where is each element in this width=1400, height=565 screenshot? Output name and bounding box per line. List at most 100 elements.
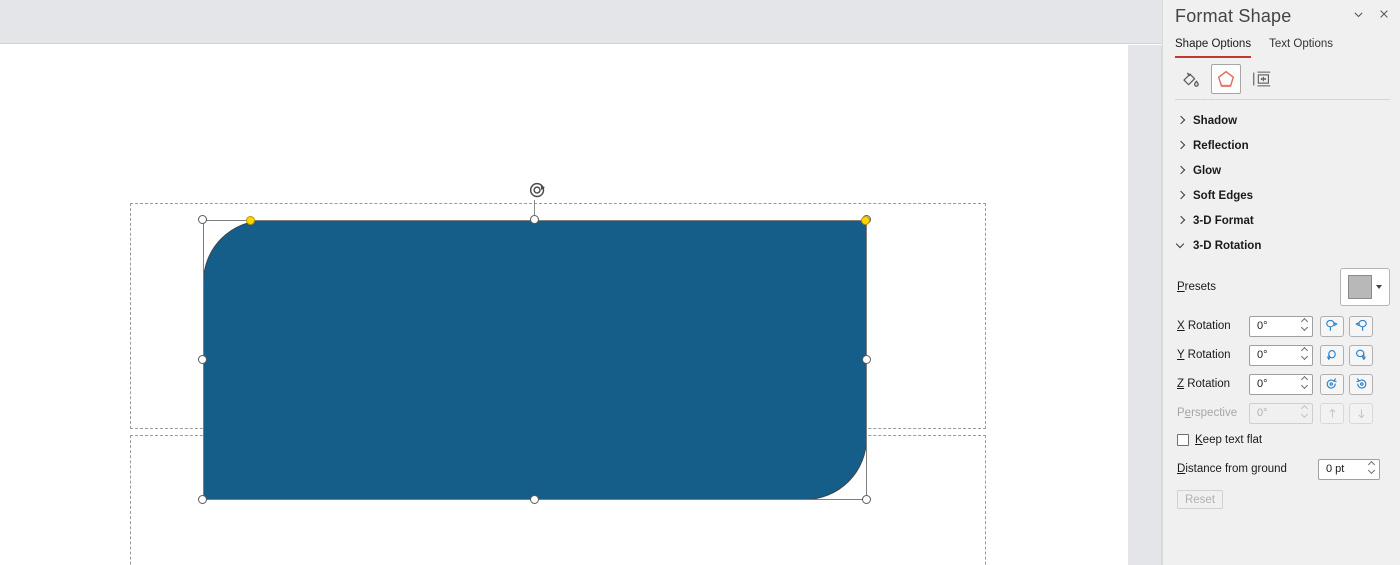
stepper-up-icon[interactable] — [1301, 319, 1308, 323]
powerpoint-window: Format Shape Shape Options Text Options — [0, 0, 1400, 565]
section-label: 3-D Rotation — [1193, 239, 1262, 252]
effects-pentagon-icon[interactable] — [1211, 64, 1241, 94]
ribbon-band — [0, 0, 1162, 44]
y-rotation-stepper[interactable] — [1301, 348, 1308, 359]
perspective-row: Perspective 0° — [1177, 402, 1390, 424]
chevron-right-icon — [1177, 116, 1186, 125]
stepper-down-icon[interactable] — [1301, 384, 1308, 388]
handle-adjust-top-right-radius[interactable] — [861, 216, 870, 225]
handle-middle-right[interactable] — [862, 355, 871, 364]
perspective-label: Perspective — [1177, 407, 1238, 419]
perspective-value: 0° — [1257, 407, 1268, 419]
perspective-widen-button — [1349, 402, 1373, 424]
preset-swatch — [1348, 275, 1372, 299]
x-rotation-stepper[interactable] — [1301, 319, 1308, 330]
y-rotation-value: 0° — [1257, 349, 1268, 361]
pane-tabs: Shape Options Text Options — [1163, 30, 1400, 58]
chevron-right-icon — [1177, 141, 1186, 150]
keep-text-flat-checkbox[interactable] — [1177, 434, 1189, 446]
perspective-narrow-button — [1320, 402, 1344, 424]
y-rotate-down-button[interactable] — [1349, 344, 1373, 366]
z-rotation-value: 0° — [1257, 378, 1268, 390]
stepper-down-icon[interactable] — [1301, 355, 1308, 359]
stepper-down-icon[interactable] — [1368, 469, 1375, 473]
handle-bottom-right[interactable] — [862, 495, 871, 504]
stepper-up-icon — [1301, 406, 1308, 410]
section-soft-edges[interactable]: Soft Edges — [1163, 183, 1400, 208]
reset-button: Reset — [1177, 490, 1223, 509]
keep-text-flat-label: Keep text flat — [1195, 434, 1263, 446]
z-rotation-buttons — [1320, 373, 1373, 395]
z-rotation-stepper[interactable] — [1301, 377, 1308, 388]
perspective-input: 0° — [1249, 402, 1313, 424]
handle-middle-left[interactable] — [198, 355, 207, 364]
handle-bottom-left[interactable] — [198, 495, 207, 504]
x-rotation-value: 0° — [1257, 320, 1268, 332]
handle-bottom-middle[interactable] — [530, 495, 539, 504]
effects-category-strip — [1163, 58, 1400, 105]
perspective-buttons — [1320, 402, 1373, 424]
selected-category-caret — [1202, 99, 1214, 105]
presets-label: Presets — [1177, 281, 1216, 293]
tab-shape-options[interactable]: Shape Options — [1175, 38, 1252, 58]
size-and-properties-icon[interactable] — [1247, 64, 1277, 94]
perspective-stepper — [1301, 406, 1308, 417]
x-rotation-buttons — [1320, 315, 1373, 337]
z-rotation-input[interactable]: 0° — [1249, 373, 1313, 395]
presets-row: Presets — [1177, 266, 1390, 308]
handle-top-left[interactable] — [198, 215, 207, 224]
section-glow[interactable]: Glow — [1163, 158, 1400, 183]
x-rotate-left-button[interactable] — [1320, 315, 1344, 337]
y-rotation-row: Y Rotation 0° — [1177, 344, 1390, 366]
x-rotation-label: X Rotation — [1177, 320, 1231, 332]
section-label: 3-D Format — [1193, 214, 1254, 227]
distance-from-ground-value: 0 pt — [1326, 463, 1345, 475]
section-label: Soft Edges — [1193, 189, 1254, 202]
rounded-rectangle-shape[interactable] — [203, 220, 867, 500]
section-label: Glow — [1193, 164, 1222, 177]
distance-from-ground-row: Distance from ground 0 pt — [1177, 458, 1390, 480]
x-rotate-right-button[interactable] — [1349, 315, 1373, 337]
y-rotate-up-button[interactable] — [1320, 344, 1344, 366]
z-rotation-label: Z Rotation — [1177, 378, 1231, 390]
z-rotation-row: Z Rotation 0° — [1177, 373, 1390, 395]
fill-and-line-icon[interactable] — [1175, 64, 1205, 94]
distance-from-ground-label: Distance from ground — [1177, 463, 1287, 475]
stepper-down-icon[interactable] — [1301, 326, 1308, 330]
handle-top-middle[interactable] — [530, 215, 539, 224]
3d-rotation-body: Presets X Rotation 0° Y Rotation 0° Z Ro… — [1163, 258, 1400, 509]
y-rotation-buttons — [1320, 344, 1373, 366]
stepper-down-icon — [1301, 413, 1308, 417]
chevron-right-icon — [1177, 166, 1186, 175]
chevron-down-icon — [1376, 285, 1382, 289]
section-label: Shadow — [1193, 114, 1238, 127]
effects-sections: Shadow Reflection Glow Soft Edges 3-D Fo… — [1163, 100, 1400, 509]
x-rotation-row: X Rotation 0° — [1177, 315, 1390, 337]
handle-adjust-top-left-radius[interactable] — [246, 216, 255, 225]
chevron-right-icon — [1177, 216, 1186, 225]
close-icon[interactable] — [1372, 2, 1396, 26]
stepper-up-icon[interactable] — [1301, 348, 1308, 352]
z-rotate-ccw-button[interactable] — [1320, 373, 1344, 395]
section-3d-format[interactable]: 3-D Format — [1163, 208, 1400, 233]
section-reflection[interactable]: Reflection — [1163, 133, 1400, 158]
z-rotate-cw-button[interactable] — [1349, 373, 1373, 395]
section-3d-rotation[interactable]: 3-D Rotation — [1163, 233, 1400, 258]
y-rotation-input[interactable]: 0° — [1249, 344, 1313, 366]
chevron-down-icon[interactable] — [1346, 2, 1370, 26]
canvas-gutter — [1128, 45, 1162, 565]
section-shadow[interactable]: Shadow — [1163, 108, 1400, 133]
distance-from-ground-stepper[interactable] — [1368, 462, 1375, 473]
rotation-handle[interactable] — [527, 180, 549, 202]
distance-from-ground-input[interactable]: 0 pt — [1318, 458, 1380, 480]
stepper-up-icon[interactable] — [1301, 377, 1308, 381]
chevron-down-icon — [1177, 241, 1186, 250]
tab-text-options[interactable]: Text Options — [1269, 38, 1333, 58]
chevron-right-icon — [1177, 191, 1186, 200]
x-rotation-input[interactable]: 0° — [1249, 315, 1313, 337]
stepper-up-icon[interactable] — [1368, 462, 1375, 466]
section-label: Reflection — [1193, 139, 1249, 152]
pane-header: Format Shape — [1163, 0, 1400, 30]
presets-button[interactable] — [1340, 268, 1390, 306]
y-rotation-label: Y Rotation — [1177, 349, 1231, 361]
